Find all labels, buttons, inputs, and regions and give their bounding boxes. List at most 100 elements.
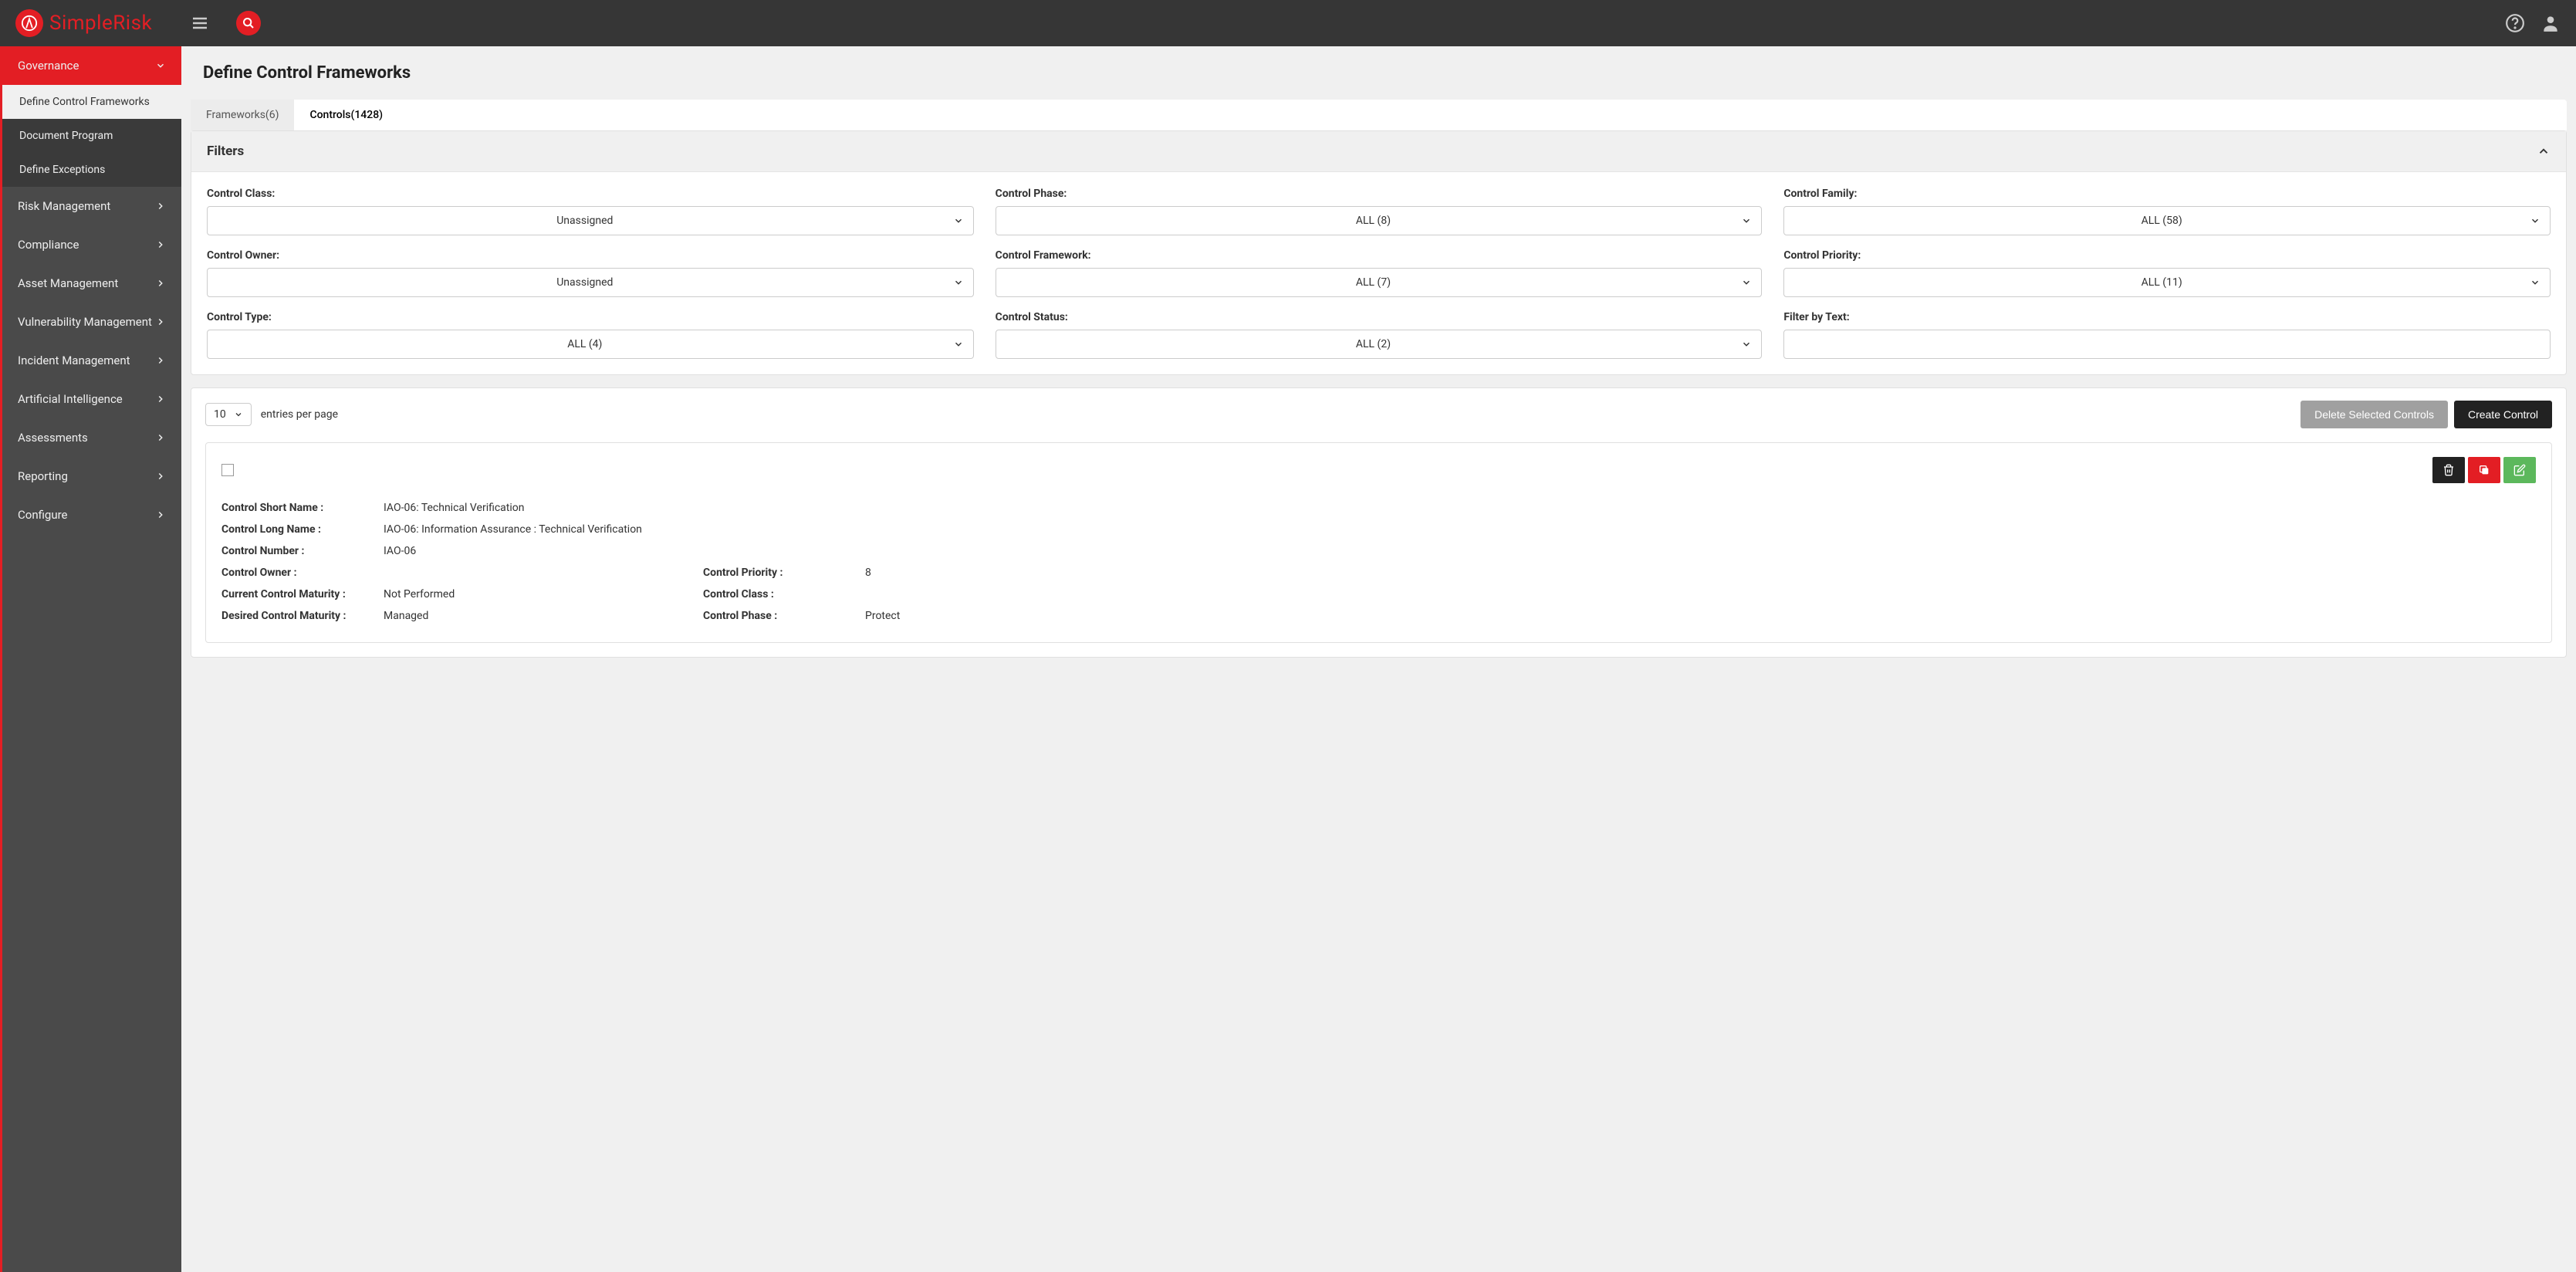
sidebar-item-reporting[interactable]: Reporting [2,457,181,496]
create-control-button[interactable]: Create Control [2454,401,2552,428]
sidebar-item-label: Asset Management [18,276,118,290]
control-details: Control Short Name : IAO-06: Technical V… [206,491,2551,642]
search-button[interactable] [236,11,261,36]
detail-label-short-name: Control Short Name : [221,502,384,514]
chevron-down-icon [1741,215,1752,226]
select-control-owner[interactable]: Unassigned [207,268,974,297]
filter-control-owner: Control Owner: Unassigned [207,249,974,297]
filters-title: Filters [207,144,244,159]
sidebar-item-incident-management[interactable]: Incident Management [2,341,181,380]
sidebar-item-governance[interactable]: Governance [2,46,181,85]
filter-text-input[interactable] [1783,330,2551,359]
copy-icon [2478,464,2490,476]
sidebar-item-label: Artificial Intelligence [18,392,123,406]
header-right [2505,13,2561,33]
hamburger-menu-icon[interactable] [191,14,209,32]
sidebar-sub-define-control-frameworks[interactable]: Define Control Frameworks [2,85,181,119]
control-row-header [206,443,2551,491]
filters-panel: Filters Control Class: Unassigned Contro… [191,130,2567,375]
filter-label: Control Priority: [1783,249,2551,262]
select-control-phase[interactable]: ALL (8) [996,206,1763,235]
tab-controls[interactable]: Controls(1428) [294,100,398,130]
controls-toolbar: 10 entries per page Delete Selected Cont… [191,388,2566,435]
filter-label: Control Family: [1783,188,2551,200]
sidebar-item-vulnerability-management[interactable]: Vulnerability Management [2,303,181,341]
detail-label-class: Control Class : [703,588,865,600]
header-left: SimpleRisk [15,9,261,37]
sidebar-item-label: Assessments [18,431,88,445]
detail-value-priority: 8 [865,567,2536,579]
detail-value-number: IAO-06 [384,545,2536,557]
select-control-framework[interactable]: ALL (7) [996,268,1763,297]
tab-frameworks[interactable]: Frameworks(6) [191,100,294,130]
detail-value-long-name: IAO-06: Information Assurance : Technica… [384,523,2536,536]
app-header: SimpleRisk [0,0,2576,46]
detail-label-number: Control Number : [221,545,384,557]
clone-control-button[interactable] [2468,457,2500,483]
entries-value: 10 [214,408,226,421]
logo-text: SimpleRisk [49,12,152,35]
select-control-status[interactable]: ALL (2) [996,330,1763,359]
chevron-down-icon [953,339,964,350]
filter-label: Control Status: [996,311,1763,323]
chevron-up-icon [2537,144,2551,158]
chevron-down-icon [2530,277,2541,288]
filter-label: Control Owner: [207,249,974,262]
sidebar-item-risk-management[interactable]: Risk Management [2,187,181,225]
filter-control-priority: Control Priority: ALL (11) [1783,249,2551,297]
sidebar-item-label: Incident Management [18,354,130,367]
filter-control-phase: Control Phase: ALL (8) [996,188,1763,235]
chevron-down-icon [1741,339,1752,350]
tabs: Frameworks(6) Controls(1428) [191,100,2567,130]
chevron-right-icon [155,201,166,211]
filter-control-type: Control Type: ALL (4) [207,311,974,359]
filter-text: Filter by Text: [1783,311,2551,359]
delete-control-button[interactable] [2432,457,2465,483]
filter-label: Control Framework: [996,249,1763,262]
sidebar-item-label: Governance [18,59,79,73]
sidebar-item-label: Vulnerability Management [18,315,152,329]
chevron-down-icon [953,215,964,226]
sidebar: Governance Define Control Frameworks Doc… [0,46,181,1272]
select-value: ALL (7) [1006,276,1742,289]
select-value: ALL (2) [1006,338,1742,350]
detail-label-long-name: Control Long Name : [221,523,384,536]
sidebar-item-assessments[interactable]: Assessments [2,418,181,457]
toolbar-left: 10 entries per page [205,403,338,426]
chevron-down-icon [234,410,243,419]
detail-label-owner: Control Owner : [221,567,384,579]
chevron-right-icon [155,239,166,250]
sidebar-item-asset-management[interactable]: Asset Management [2,264,181,303]
filters-header[interactable]: Filters [191,131,2566,172]
detail-label-priority: Control Priority : [703,567,865,579]
delete-selected-button[interactable]: Delete Selected Controls [2300,401,2448,428]
app-logo[interactable]: SimpleRisk [15,9,152,37]
select-control-type[interactable]: ALL (4) [207,330,974,359]
help-icon[interactable] [2505,13,2525,33]
sidebar-item-compliance[interactable]: Compliance [2,225,181,264]
edit-icon [2513,464,2526,476]
sidebar-sub-define-exceptions[interactable]: Define Exceptions [2,153,181,187]
filter-label: Control Type: [207,311,974,323]
chevron-right-icon [155,316,166,327]
entries-per-page-select[interactable]: 10 [205,403,252,426]
chevron-down-icon [2530,215,2541,226]
user-icon[interactable] [2541,13,2561,33]
detail-label-phase: Control Phase : [703,610,865,622]
detail-value-owner [384,567,703,579]
select-control-checkbox[interactable] [221,464,234,476]
sidebar-item-configure[interactable]: Configure [2,496,181,534]
edit-control-button[interactable] [2503,457,2536,483]
filter-control-family: Control Family: ALL (58) [1783,188,2551,235]
detail-label-desired-maturity: Desired Control Maturity : [221,610,384,622]
select-control-class[interactable]: Unassigned [207,206,974,235]
chevron-right-icon [155,471,166,482]
select-control-family[interactable]: ALL (58) [1783,206,2551,235]
sidebar-item-artificial-intelligence[interactable]: Artificial Intelligence [2,380,181,418]
sidebar-submenu-governance: Define Control Frameworks Document Progr… [2,85,181,187]
filter-label: Control Class: [207,188,974,200]
select-control-priority[interactable]: ALL (11) [1783,268,2551,297]
logo-icon [15,9,43,37]
sidebar-item-label: Configure [18,508,68,522]
sidebar-sub-document-program[interactable]: Document Program [2,119,181,153]
